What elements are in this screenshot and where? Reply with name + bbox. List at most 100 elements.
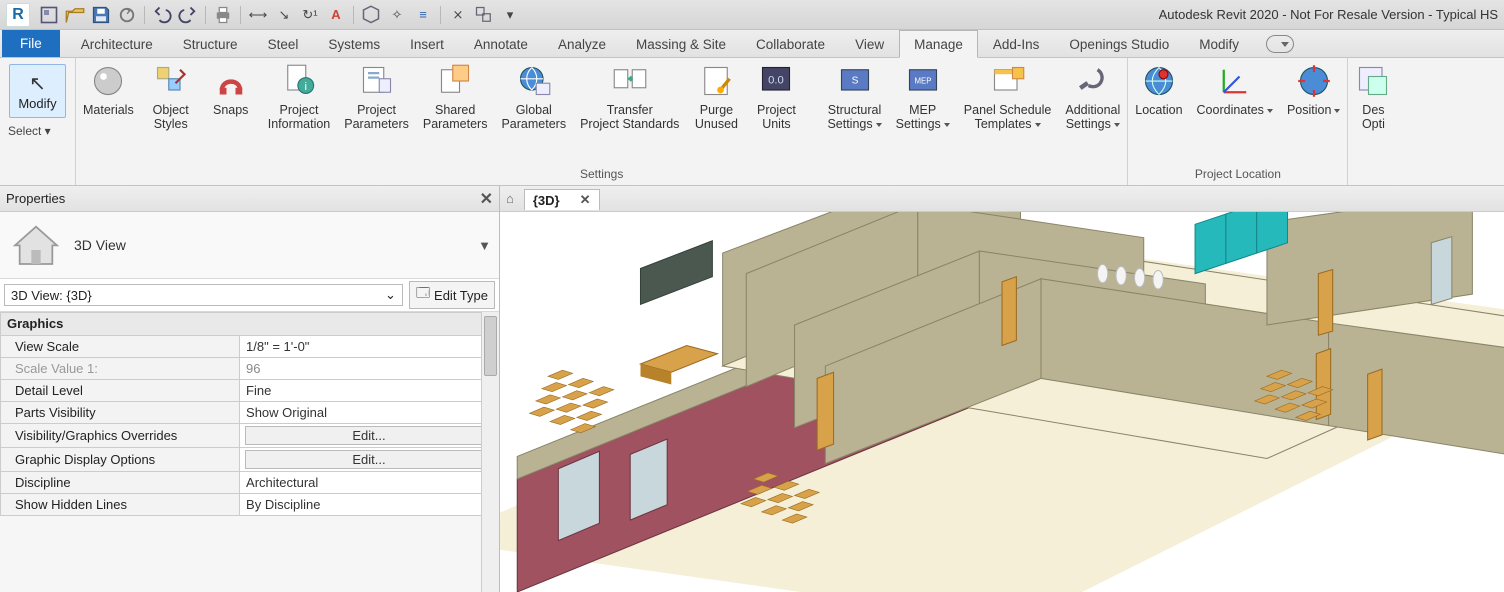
tab-collaborate[interactable]: Collaborate bbox=[741, 30, 840, 57]
position-button[interactable]: Position bbox=[1280, 58, 1347, 158]
modify-label: Modify bbox=[18, 96, 56, 111]
panel-schedule-templates-button[interactable]: Panel Schedule Templates bbox=[957, 58, 1059, 158]
view-tab-label: {3D} bbox=[533, 193, 560, 208]
qat-text-icon[interactable]: A bbox=[325, 4, 347, 26]
shared-parameters-button[interactable]: Shared Parameters bbox=[416, 58, 495, 158]
qat-print-icon[interactable] bbox=[212, 4, 234, 26]
prop-view-scale-key: View Scale bbox=[1, 336, 240, 358]
prop-show-hidden-key: Show Hidden Lines bbox=[1, 494, 240, 516]
type-selector[interactable]: 3D View bbox=[74, 237, 468, 253]
qat-close-hidden-icon[interactable]: ⨯ bbox=[447, 4, 469, 26]
svg-text:i: i bbox=[304, 81, 307, 93]
prop-vg-overrides-key: Visibility/Graphics Overrides bbox=[1, 424, 240, 448]
3d-viewport[interactable] bbox=[500, 212, 1504, 592]
properties-title: Properties bbox=[6, 191, 65, 206]
project-information-button[interactable]: iProject Information bbox=[261, 58, 338, 158]
tab-steel[interactable]: Steel bbox=[253, 30, 314, 57]
qat-switch-windows-icon[interactable] bbox=[473, 4, 495, 26]
prop-detail-level-key: Detail Level bbox=[1, 380, 240, 402]
graphic-display-edit-button: Edit... bbox=[245, 450, 493, 469]
quick-access-toolbar: R ⟷ ↘ ↻¹ A ✧ ≡ ⨯ ▾ Autodesk Revit 2020 -… bbox=[0, 0, 1504, 30]
tab-structure[interactable]: Structure bbox=[168, 30, 253, 57]
select-dropdown[interactable]: Select ▾ bbox=[0, 120, 75, 144]
edit-type-icon: 🗔 bbox=[416, 284, 430, 306]
tab-manage[interactable]: Manage bbox=[899, 30, 978, 58]
mep-settings-button[interactable]: MEPMEP Settings bbox=[889, 58, 957, 158]
view-tab-close-icon[interactable]: ✕ bbox=[580, 192, 591, 208]
prop-discipline-key: Discipline bbox=[1, 472, 240, 494]
tab-modify[interactable]: Modify bbox=[1184, 30, 1254, 57]
qat-3d-icon[interactable] bbox=[360, 4, 382, 26]
qat-open-icon[interactable] bbox=[64, 4, 86, 26]
prop-scale-value-value: 96 bbox=[240, 358, 499, 380]
qat-undo-icon[interactable] bbox=[151, 4, 173, 26]
app-menu-button[interactable]: R bbox=[6, 3, 30, 27]
global-parameters-button[interactable]: Global Parameters bbox=[494, 58, 573, 158]
tab-view[interactable]: View bbox=[840, 30, 899, 57]
materials-button[interactable]: Materials bbox=[76, 58, 141, 158]
ribbon: ↖ Modify Select ▾ Materials Object Style… bbox=[0, 58, 1504, 186]
tab-annotate[interactable]: Annotate bbox=[459, 30, 543, 57]
file-menu[interactable]: File bbox=[2, 30, 60, 57]
qat-dimension-icon[interactable]: ↻¹ bbox=[299, 4, 321, 26]
modify-button[interactable]: ↖ Modify bbox=[9, 64, 65, 118]
project-units-button[interactable]: 0.0Project Units bbox=[746, 58, 806, 158]
instance-selector[interactable]: 3D View: {3D} ⌄ bbox=[4, 284, 403, 306]
project-parameters-button[interactable]: Project Parameters bbox=[337, 58, 416, 158]
properties-palette: Properties ✕ 3D View ▼ 3D View: {3D} ⌄ 🗔… bbox=[0, 186, 500, 592]
qat-sync-icon[interactable] bbox=[116, 4, 138, 26]
svg-text:0.0: 0.0 bbox=[769, 74, 785, 86]
tab-massing-site[interactable]: Massing & Site bbox=[621, 30, 741, 57]
cursor-icon: ↖ bbox=[29, 71, 46, 96]
prop-view-scale-value[interactable]: 1/8" = 1'-0" bbox=[240, 336, 499, 358]
transfer-project-standards-button[interactable]: Transfer Project Standards bbox=[573, 58, 686, 158]
house-icon bbox=[8, 220, 64, 270]
qat-redo-icon[interactable] bbox=[177, 4, 199, 26]
location-button[interactable]: Location bbox=[1128, 58, 1189, 158]
purge-unused-button[interactable]: Purge Unused bbox=[686, 58, 746, 158]
edit-type-button[interactable]: 🗔 Edit Type bbox=[409, 281, 495, 309]
vg-overrides-edit-button: Edit... bbox=[245, 426, 493, 445]
ribbon-tab-bar: File Architecture Structure Steel System… bbox=[0, 30, 1504, 58]
tab-insert[interactable]: Insert bbox=[395, 30, 459, 57]
qat-measure-icon[interactable]: ⟷ bbox=[247, 4, 269, 26]
prop-scale-value-key: Scale Value 1: bbox=[1, 358, 240, 380]
prop-parts-visibility-key: Parts Visibility bbox=[1, 402, 240, 424]
snaps-button[interactable]: Snaps bbox=[201, 58, 261, 158]
additional-settings-button[interactable]: Additional Settings bbox=[1058, 58, 1127, 158]
properties-scrollbar[interactable] bbox=[481, 312, 499, 592]
prop-show-hidden-value[interactable]: By Discipline bbox=[240, 494, 499, 516]
view-tab-3d[interactable]: {3D} ✕ bbox=[524, 189, 600, 210]
properties-close-icon[interactable]: ✕ bbox=[480, 189, 493, 209]
view-tab-bar: ⌂ {3D} ✕ bbox=[500, 186, 1504, 212]
prop-graphic-display-key: Graphic Display Options bbox=[1, 448, 240, 472]
app-title: Autodesk Revit 2020 - Not For Resale Ver… bbox=[1159, 0, 1498, 30]
tab-analyze[interactable]: Analyze bbox=[543, 30, 621, 57]
properties-grid: Graphics⌃ View Scale1/8" = 1'-0" Scale V… bbox=[0, 312, 499, 592]
qat-recent-files-icon[interactable] bbox=[38, 4, 60, 26]
prop-discipline-value[interactable]: Architectural bbox=[240, 472, 499, 494]
prop-parts-visibility-value[interactable]: Show Original bbox=[240, 402, 499, 424]
tab-architecture[interactable]: Architecture bbox=[66, 30, 168, 57]
home-3d-icon[interactable]: ⌂ bbox=[506, 191, 514, 206]
tab-systems[interactable]: Systems bbox=[313, 30, 395, 57]
chevron-down-icon: ⌄ bbox=[385, 287, 396, 303]
instance-label: 3D View: {3D} bbox=[11, 288, 92, 303]
qat-save-icon[interactable] bbox=[90, 4, 112, 26]
help-pill-icon[interactable] bbox=[1266, 35, 1294, 53]
svg-text:S: S bbox=[851, 75, 858, 86]
tab-addins[interactable]: Add-Ins bbox=[978, 30, 1055, 57]
section-graphics: Graphics bbox=[7, 316, 63, 331]
design-options-button[interactable]: Des Opti bbox=[1348, 58, 1398, 158]
object-styles-button[interactable]: Object Styles bbox=[141, 58, 201, 158]
type-dropdown-icon[interactable]: ▼ bbox=[478, 238, 491, 253]
ribbon-panel-settings-title: Settings bbox=[76, 165, 1127, 185]
qat-align-icon[interactable]: ↘ bbox=[273, 4, 295, 26]
qat-thin-lines-icon[interactable]: ≡ bbox=[412, 4, 434, 26]
coordinates-button[interactable]: Coordinates bbox=[1190, 58, 1280, 158]
prop-detail-level-value[interactable]: Fine bbox=[240, 380, 499, 402]
tab-openings-studio[interactable]: Openings Studio bbox=[1054, 30, 1184, 57]
qat-section-icon[interactable]: ✧ bbox=[386, 4, 408, 26]
qat-dropdown-icon[interactable]: ▾ bbox=[499, 4, 521, 26]
structural-settings-button[interactable]: SStructural Settings bbox=[820, 58, 888, 158]
